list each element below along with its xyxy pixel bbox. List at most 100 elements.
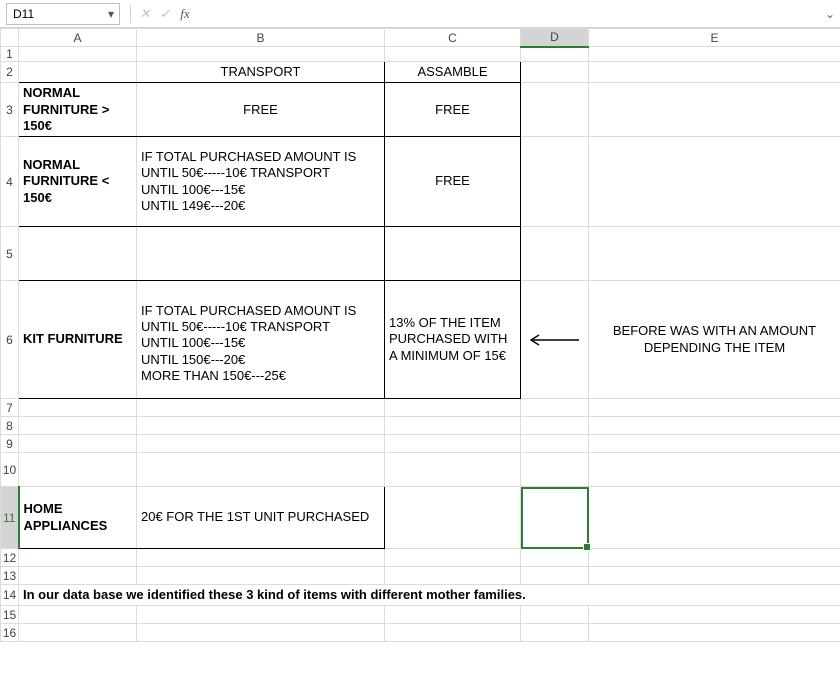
row-header-14[interactable]: 14: [1, 585, 19, 606]
cell-A8[interactable]: [19, 417, 137, 435]
cell-D13[interactable]: [521, 567, 589, 585]
column-header-E[interactable]: E: [589, 29, 840, 47]
cell-E6[interactable]: BEFORE WAS WITH AN AMOUNT DEPENDING THE …: [589, 281, 840, 399]
cell-D5[interactable]: [521, 227, 589, 281]
cell-C6[interactable]: 13% OF THE ITEM PURCHASED WITH A MINIMUM…: [385, 281, 521, 399]
cell-D4[interactable]: [521, 137, 589, 227]
column-header-B[interactable]: B: [137, 29, 385, 47]
name-box-dropdown-icon[interactable]: ▾: [103, 4, 119, 24]
cell-B3[interactable]: FREE: [137, 83, 385, 137]
cell-E11[interactable]: [589, 487, 840, 549]
cell-C2[interactable]: ASSAMBLE: [385, 62, 521, 83]
row-header-15[interactable]: 15: [1, 606, 19, 624]
cell-D10[interactable]: [521, 453, 589, 487]
cell-A9[interactable]: [19, 435, 137, 453]
cell-E5[interactable]: [589, 227, 840, 281]
select-all-corner[interactable]: [1, 29, 19, 47]
row-header-6[interactable]: 6: [1, 281, 19, 399]
cell-A10[interactable]: [19, 453, 137, 487]
cell-B16[interactable]: [137, 624, 385, 642]
cell-E3[interactable]: [589, 83, 840, 137]
cell-C5[interactable]: [385, 227, 521, 281]
cell-A2[interactable]: [19, 62, 137, 83]
row-header-2[interactable]: 2: [1, 62, 19, 83]
cell-B11[interactable]: 20€ FOR THE 1ST UNIT PURCHASED: [137, 487, 385, 549]
cell-D11[interactable]: [521, 487, 589, 549]
cell-D7[interactable]: [521, 399, 589, 417]
cell-E1[interactable]: [589, 47, 840, 62]
cell-E8[interactable]: [589, 417, 840, 435]
cell-C7[interactable]: [385, 399, 521, 417]
cell-B13[interactable]: [137, 567, 385, 585]
cell-D12[interactable]: [521, 549, 589, 567]
cell-A7[interactable]: [19, 399, 137, 417]
worksheet[interactable]: A B C D E 1 2: [0, 28, 840, 642]
cell-B8[interactable]: [137, 417, 385, 435]
cell-E2[interactable]: [589, 62, 840, 83]
cell-E13[interactable]: [589, 567, 840, 585]
cell-C13[interactable]: [385, 567, 521, 585]
cell-D15[interactable]: [521, 606, 589, 624]
cell-D16[interactable]: [521, 624, 589, 642]
row-header-16[interactable]: 16: [1, 624, 19, 642]
cell-C3[interactable]: FREE: [385, 83, 521, 137]
row-header-13[interactable]: 13: [1, 567, 19, 585]
row-header-11[interactable]: 11: [1, 487, 19, 549]
cell-A14[interactable]: In our data base we identified these 3 k…: [19, 585, 840, 606]
name-box[interactable]: D11 ▾: [6, 3, 120, 25]
cell-E7[interactable]: [589, 399, 840, 417]
column-header-C[interactable]: C: [385, 29, 521, 47]
row-header-12[interactable]: 12: [1, 549, 19, 567]
cell-E16[interactable]: [589, 624, 840, 642]
cell-C11[interactable]: [385, 487, 521, 549]
cell-E9[interactable]: [589, 435, 840, 453]
cell-C9[interactable]: [385, 435, 521, 453]
cell-D2[interactable]: [521, 62, 589, 83]
formula-input[interactable]: [195, 3, 820, 25]
row-header-10[interactable]: 10: [1, 453, 19, 487]
cell-D9[interactable]: [521, 435, 589, 453]
cell-C12[interactable]: [385, 549, 521, 567]
row-header-3[interactable]: 3: [1, 83, 19, 137]
cell-C16[interactable]: [385, 624, 521, 642]
cell-A13[interactable]: [19, 567, 137, 585]
cell-B4[interactable]: IF TOTAL PURCHASED AMOUNT IS UNTIL 50€--…: [137, 137, 385, 227]
row-header-8[interactable]: 8: [1, 417, 19, 435]
cell-E15[interactable]: [589, 606, 840, 624]
cell-D8[interactable]: [521, 417, 589, 435]
cell-D6[interactable]: [521, 281, 589, 399]
cell-A12[interactable]: [19, 549, 137, 567]
formula-bar-expand-icon[interactable]: ⌄: [820, 7, 840, 21]
cell-C1[interactable]: [385, 47, 521, 62]
row-header-7[interactable]: 7: [1, 399, 19, 417]
cell-B15[interactable]: [137, 606, 385, 624]
cell-E10[interactable]: [589, 453, 840, 487]
cell-B7[interactable]: [137, 399, 385, 417]
column-header-A[interactable]: A: [19, 29, 137, 47]
cell-A15[interactable]: [19, 606, 137, 624]
cell-A16[interactable]: [19, 624, 137, 642]
cell-E12[interactable]: [589, 549, 840, 567]
cell-B9[interactable]: [137, 435, 385, 453]
fx-icon[interactable]: fx: [175, 4, 195, 24]
row-header-4[interactable]: 4: [1, 137, 19, 227]
cell-B2[interactable]: TRANSPORT: [137, 62, 385, 83]
cell-D1[interactable]: [521, 47, 589, 62]
cell-A4[interactable]: NORMAL FURNITURE < 150€: [19, 137, 137, 227]
cell-B5[interactable]: [137, 227, 385, 281]
row-header-5[interactable]: 5: [1, 227, 19, 281]
cell-C15[interactable]: [385, 606, 521, 624]
row-header-9[interactable]: 9: [1, 435, 19, 453]
cell-C4[interactable]: FREE: [385, 137, 521, 227]
cell-A3[interactable]: NORMAL FURNITURE > 150€: [19, 83, 137, 137]
cell-A11[interactable]: HOME APPLIANCES: [19, 487, 137, 549]
cell-B1[interactable]: [137, 47, 385, 62]
cell-C8[interactable]: [385, 417, 521, 435]
cell-B10[interactable]: [137, 453, 385, 487]
cell-A5[interactable]: [19, 227, 137, 281]
cell-A1[interactable]: [19, 47, 137, 62]
cell-B12[interactable]: [137, 549, 385, 567]
cell-B6[interactable]: IF TOTAL PURCHASED AMOUNT IS UNTIL 50€--…: [137, 281, 385, 399]
column-header-D[interactable]: D: [521, 29, 589, 47]
row-header-1[interactable]: 1: [1, 47, 19, 62]
